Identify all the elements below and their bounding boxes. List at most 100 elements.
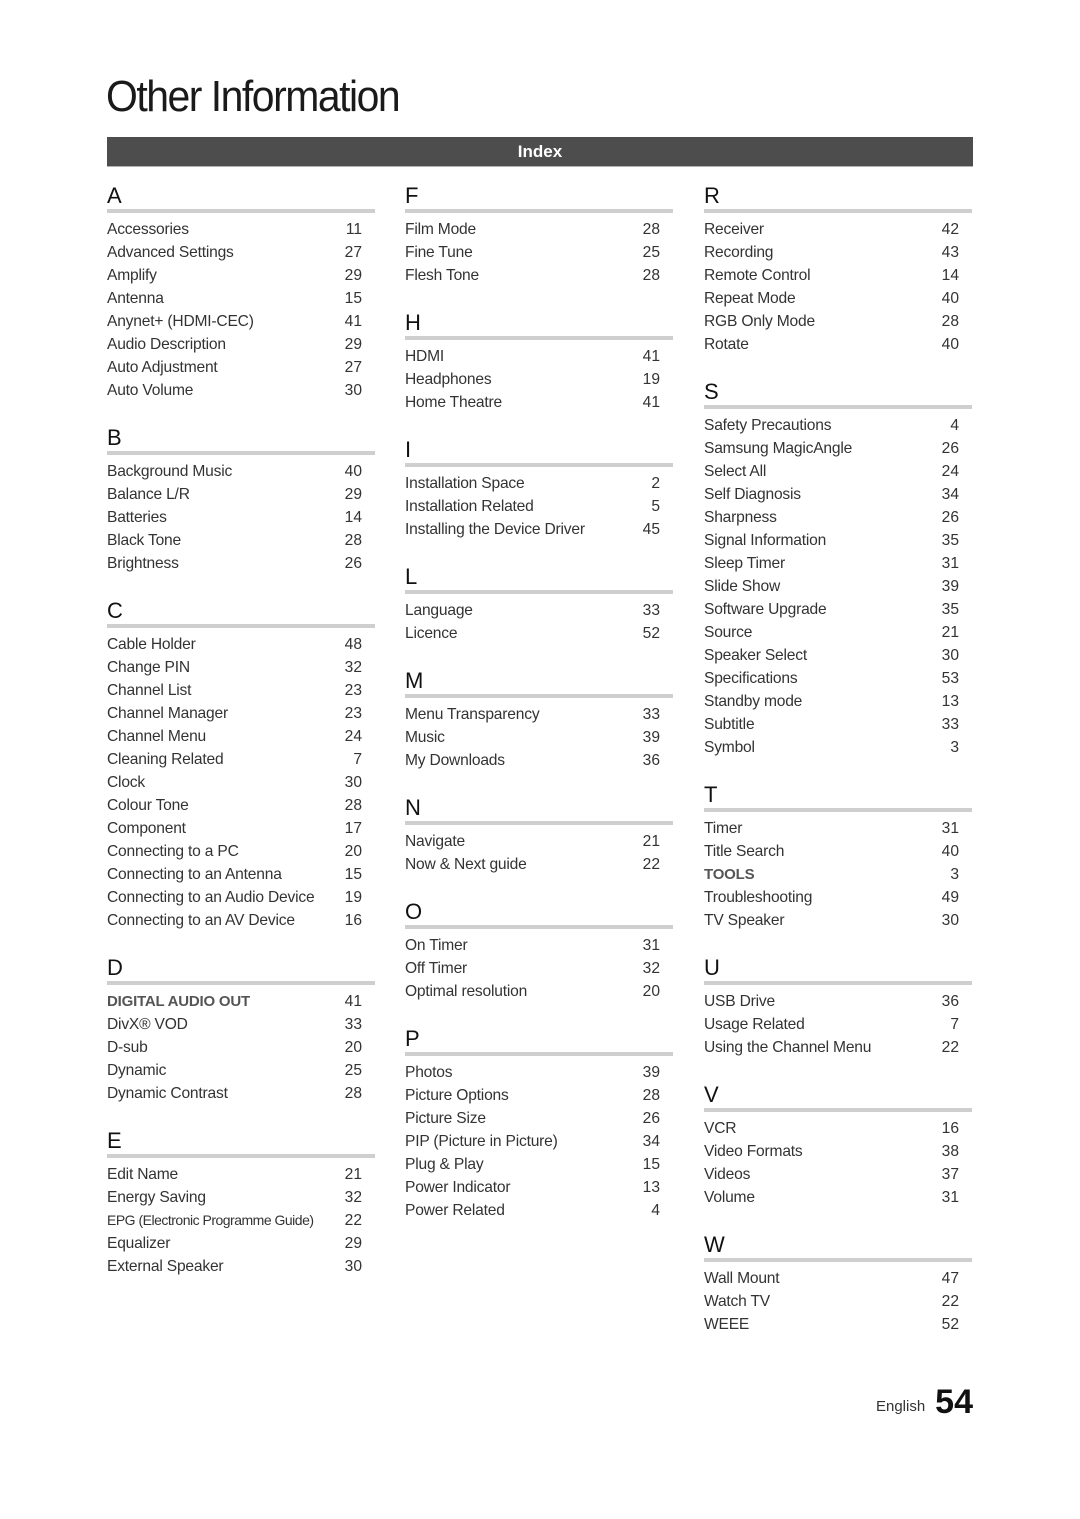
index-entry: Fine Tune 25 [405,241,673,264]
index-entry: Licence 52 [405,622,673,645]
entry-page-number: 52 [941,1316,959,1333]
entry-page-number: 21 [642,833,660,850]
entry-page-number: 30 [344,1258,362,1275]
entry-term: On Timer [405,937,468,954]
index-entry: Connecting to an AV Device 16 [107,909,375,932]
entry-page-number: 31 [941,820,959,837]
entry-page-number: 33 [941,716,959,733]
entry-page-number: 14 [344,509,362,526]
section-divider [704,1258,972,1262]
entry-page-number: 28 [344,1085,362,1102]
index-entry: Off Timer 32 [405,957,673,980]
footer-language: English [875,1398,926,1415]
entry-page-number: 40 [941,290,959,307]
index-entry: Background Music 40 [107,460,375,483]
entry-term: Receiver [704,221,764,238]
index-section-o: O On Timer 31 Off Timer 32 Optimal resolution… [405,899,673,1003]
index-entry: Optimal resolution 20 [405,980,673,1003]
entry-term: Language [405,602,473,619]
entry-term: Music [405,729,445,746]
entry-page-number: 39 [642,1064,660,1081]
entry-page-number: 32 [344,1189,362,1206]
entry-term: Off Timer [405,960,468,977]
index-entry: HDMI 41 [405,345,673,368]
entry-term: Standby mode [704,693,803,710]
index-entry: Picture Size 26 [405,1107,673,1130]
entry-page-number: 45 [642,521,660,538]
index-entry: Connecting to a PC 20 [107,840,375,863]
entry-term: Film Mode [405,221,476,238]
entry-term: Volume [704,1189,755,1206]
index-entry: Component 17 [107,817,375,840]
entry-term: Watch TV [704,1293,770,1310]
entry-page-number: 28 [642,1087,660,1104]
entry-page-number: 33 [642,706,660,723]
entry-term: Plug & Play [405,1156,484,1173]
entry-page-number: 7 [950,1016,959,1033]
entry-term: Headphones [405,371,492,388]
index-entry: VCR 16 [704,1117,972,1140]
entry-page-number: 7 [353,751,362,768]
index-entry: Standby mode 13 [704,690,972,713]
section-letter: H [405,310,421,335]
entry-term: USB Drive [704,993,775,1010]
entry-term: VCR [704,1120,737,1137]
entry-page-number: 40 [941,843,959,860]
entry-page-number: 13 [642,1179,660,1196]
entry-term: Balance L/R [107,486,190,503]
index-entry: Channel Menu 24 [107,725,375,748]
entry-page-number: 13 [941,693,959,710]
section-divider [405,463,673,467]
entry-term: Amplify [107,267,157,284]
index-entry: Power Indicator 13 [405,1176,673,1199]
section-letter: B [107,425,122,450]
entry-term: Videos [704,1166,751,1183]
index-entry: Black Tone 28 [107,529,375,552]
entry-page-number: 40 [344,463,362,480]
entry-term: Background Music [107,463,233,480]
entry-term: D-sub [107,1039,148,1056]
entry-term: Self Diagnosis [704,486,801,503]
entry-page-number: 36 [642,752,660,769]
entry-term: WEEE [704,1316,750,1333]
entry-term: Photos [405,1064,453,1081]
index-section-m: M Menu Transparency 33 Music 39 My Downloads 3… [405,668,673,772]
index-entry: Dynamic Contrast 28 [107,1082,375,1105]
entry-page-number: 17 [344,820,362,837]
entry-page-number: 20 [344,843,362,860]
index-section-e: E Edit Name 21 Energy Saving 32 EPG (Electron… [107,1128,375,1278]
index-entry: Colour Tone 28 [107,794,375,817]
entry-page-number: 3 [950,739,959,756]
index-entry: Recording 43 [704,241,972,264]
section-divider [704,808,972,812]
entry-term: Energy Saving [107,1189,206,1206]
entry-page-number: 24 [344,728,362,745]
index-entry: Channel List 23 [107,679,375,702]
entry-term: Using the Channel Menu [704,1039,872,1056]
entry-page-number: 47 [941,1270,959,1287]
entry-term: Auto Adjustment [107,359,218,376]
section-letter: V [704,1082,719,1107]
entry-page-number: 30 [941,647,959,664]
index-section-p: P Photos 39 Picture Options 28 Picture Size 26… [405,1026,673,1222]
entry-page-number: 39 [941,578,959,595]
entry-page-number: 22 [642,856,660,873]
entry-term: PIP (Picture in Picture) [405,1133,558,1150]
section-divider [405,1052,673,1056]
section-letter: T [704,782,718,807]
entry-term: Video Formats [704,1143,803,1160]
entry-term: Channel Menu [107,728,207,745]
index-entry: TOOLS 3 [704,863,972,886]
entry-page-number: 29 [344,1235,362,1252]
entry-page-number: 26 [941,509,959,526]
index-entry: Antenna 15 [107,287,375,310]
section-divider [704,209,972,213]
index-entry: Dynamic 25 [107,1059,375,1082]
entry-page-number: 41 [642,348,660,365]
section-divider [405,336,673,340]
entry-term: Power Related [405,1202,505,1219]
index-section-b: B Background Music 40 Balance L/R 29 Batterie… [107,425,375,575]
entry-term: Software Upgrade [704,601,827,618]
entry-page-number: 41 [642,394,660,411]
entry-page-number: 23 [344,682,362,699]
